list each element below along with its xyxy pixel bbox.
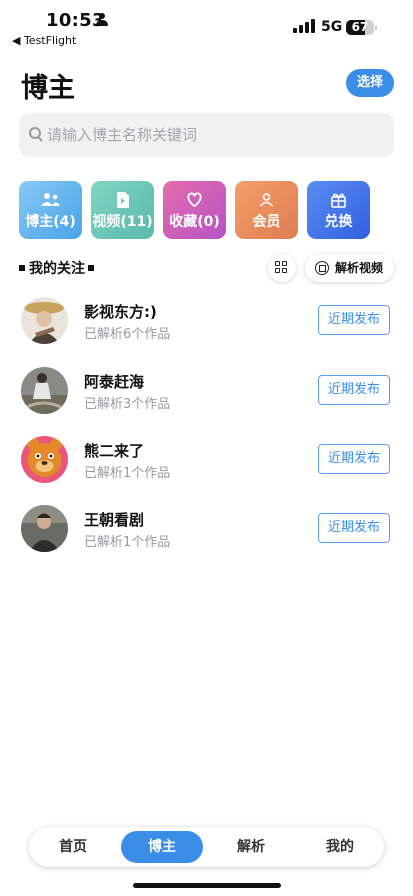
recent-posts-button[interactable]: 近期发布: [318, 305, 390, 335]
tile-label: 收藏(0): [169, 214, 220, 230]
list-item[interactable]: 熊二来了 已解析1个作品 近期发布: [0, 429, 413, 499]
grid-view-button[interactable]: [268, 254, 296, 282]
parse-video-label: 解析视频: [335, 261, 384, 275]
parsed-count: 已解析6个作品: [84, 327, 171, 342]
page-title: 博主: [21, 73, 75, 104]
list-item[interactable]: 王朝看剧 已解析1个作品 近期发布: [0, 498, 413, 568]
parse-icon: [315, 261, 329, 275]
tile-redeem[interactable]: 兑换: [307, 181, 370, 239]
signal-icon: [293, 19, 315, 33]
battery-level: 67: [351, 20, 369, 34]
heart-icon: [187, 192, 202, 208]
bottom-tab-bar: 首页 博主 解析 我的: [29, 827, 384, 867]
people-icon: [41, 193, 60, 206]
recent-posts-button[interactable]: 近期发布: [318, 513, 390, 543]
tile-bloggers[interactable]: 博主(4): [19, 181, 82, 239]
search-bar[interactable]: [19, 113, 394, 157]
gift-icon: [331, 193, 346, 208]
section-title: 我的关注: [19, 258, 94, 278]
tile-membership[interactable]: 会员: [235, 181, 298, 239]
back-to-testflight-link[interactable]: ◀ TestFlight: [12, 34, 76, 47]
tile-videos[interactable]: 视频(11): [91, 181, 154, 239]
person-icon: [96, 13, 108, 26]
tile-label: 博主(4): [25, 214, 76, 230]
avatar: [21, 436, 68, 483]
recent-posts-button[interactable]: 近期发布: [318, 444, 390, 474]
tile-label: 兑换: [324, 214, 353, 230]
avatar: [21, 367, 68, 414]
person-icon: [259, 193, 274, 207]
home-indicator: [133, 883, 281, 888]
status-bar: 10:53 ◀ TestFlight 5G 67: [0, 0, 413, 50]
list-item[interactable]: 阿泰赶海 已解析3个作品 近期发布: [0, 360, 413, 430]
parsed-count: 已解析3个作品: [84, 397, 171, 412]
select-button[interactable]: 选择: [346, 69, 394, 97]
tile-favorites[interactable]: 收藏(0): [163, 181, 226, 239]
parsed-count: 已解析1个作品: [84, 535, 171, 550]
tab-parse[interactable]: 解析: [210, 831, 292, 863]
battery-icon: 67: [346, 20, 374, 35]
avatar: [21, 505, 68, 552]
recent-posts-button[interactable]: 近期发布: [318, 375, 390, 405]
video-file-icon: [117, 192, 129, 208]
tab-bloggers[interactable]: 博主: [121, 831, 203, 863]
tab-home[interactable]: 首页: [32, 831, 114, 863]
search-icon: [29, 127, 43, 141]
parsed-count: 已解析1个作品: [84, 466, 171, 481]
blogger-name: 阿泰赶海: [84, 373, 145, 391]
tab-mine[interactable]: 我的: [299, 831, 381, 863]
list-item[interactable]: 影视东方:) 已解析6个作品 近期发布: [0, 290, 413, 360]
blogger-name: 熊二来了: [84, 442, 145, 460]
network-type: 5G: [321, 19, 343, 35]
blogger-name: 影视东方:): [84, 303, 157, 321]
tile-label: 视频(11): [92, 214, 153, 230]
parse-video-button[interactable]: 解析视频: [305, 254, 394, 282]
avatar: [21, 297, 68, 344]
tile-label: 会员: [252, 214, 281, 230]
search-input[interactable]: [47, 113, 377, 157]
blogger-name: 王朝看剧: [84, 511, 145, 529]
